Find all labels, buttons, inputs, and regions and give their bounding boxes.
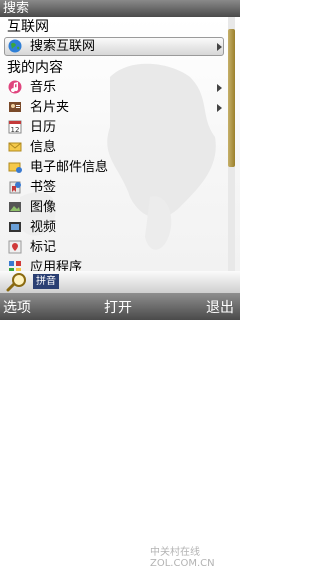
list-item-calendar[interactable]: 12 日历 xyxy=(0,118,228,138)
submenu-arrow-icon xyxy=(217,104,222,112)
magnifier-icon xyxy=(6,273,26,292)
submenu-arrow-icon xyxy=(217,43,222,51)
music-icon xyxy=(8,80,22,94)
bookmark-icon xyxy=(9,181,21,194)
list-item-label: 书签 xyxy=(30,180,57,195)
video-icon xyxy=(9,222,21,232)
landmark-icon xyxy=(8,240,22,254)
email-icon xyxy=(8,162,22,173)
list-item-applications[interactable]: 应用程序 xyxy=(0,258,228,271)
envelope-icon xyxy=(8,142,22,152)
section-internet: 互联网 xyxy=(7,19,49,35)
image-icon xyxy=(9,202,21,212)
globe-icon xyxy=(8,39,22,53)
list-item-contacts[interactable]: 名片夹 xyxy=(0,98,228,118)
list-item-label: 信息 xyxy=(30,140,57,155)
list-item-messages[interactable]: 信息 xyxy=(0,138,228,158)
list-item-email[interactable]: 电子邮件信息 xyxy=(0,158,228,178)
list-item-label: 搜索互联网 xyxy=(30,39,96,54)
softkey-options[interactable]: 选项 xyxy=(3,297,31,317)
section-my-content: 我的内容 xyxy=(7,60,63,76)
svg-text:12: 12 xyxy=(11,126,20,134)
search-input-strip[interactable]: 拼音 中关村在线 ZOL.COM.CN xyxy=(0,271,240,569)
apps-icon xyxy=(9,261,21,271)
submenu-arrow-icon xyxy=(217,84,222,92)
scrollbar-thumb[interactable] xyxy=(228,29,235,167)
list-item-search-internet[interactable]: 搜索互联网 xyxy=(0,37,228,57)
list-item-music[interactable]: 音乐 xyxy=(0,78,228,98)
list-item-label: 标记 xyxy=(30,240,57,255)
window-title: 搜索 xyxy=(3,1,30,16)
list-item-label: 音乐 xyxy=(30,80,57,95)
title-bar: 搜索 xyxy=(0,0,240,17)
list-item-label: 视频 xyxy=(30,220,57,235)
softkey-exit[interactable]: 退出 xyxy=(206,297,234,317)
list-item-label: 电子邮件信息 xyxy=(30,160,109,175)
watermark: 中关村在线 ZOL.COM.CN xyxy=(150,547,215,569)
list-item-landmarks[interactable]: 标记 xyxy=(0,238,228,258)
list-item-label: 日历 xyxy=(30,120,57,135)
list-item-videos[interactable]: 视频 xyxy=(0,218,228,238)
search-list: 互联网 搜索互联网 我的内容 音乐 名片夹 12 日历 信息 电子邮件信息 书签… xyxy=(0,17,240,271)
input-mode-indicator: 拼音 xyxy=(33,274,59,289)
softkey-bar: 选项 打开 退出 xyxy=(0,293,240,320)
list-item-label: 名片夹 xyxy=(30,100,70,115)
softkey-open[interactable]: 打开 xyxy=(104,297,132,317)
list-item-bookmarks[interactable]: 书签 xyxy=(0,178,228,198)
calendar-icon: 12 xyxy=(8,120,22,134)
contacts-icon xyxy=(9,102,21,112)
list-item-label: 图像 xyxy=(30,200,57,215)
list-item-images[interactable]: 图像 xyxy=(0,198,228,218)
list-item-label: 应用程序 xyxy=(30,260,83,271)
